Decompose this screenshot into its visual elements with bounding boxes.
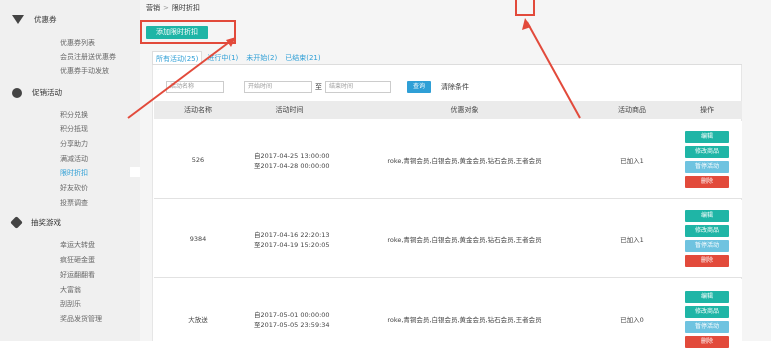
arrow-to-top-box <box>526 21 581 119</box>
arrow-to-add-button <box>127 39 233 119</box>
annotation-arrows <box>127 18 581 119</box>
arrow-head <box>226 37 236 47</box>
